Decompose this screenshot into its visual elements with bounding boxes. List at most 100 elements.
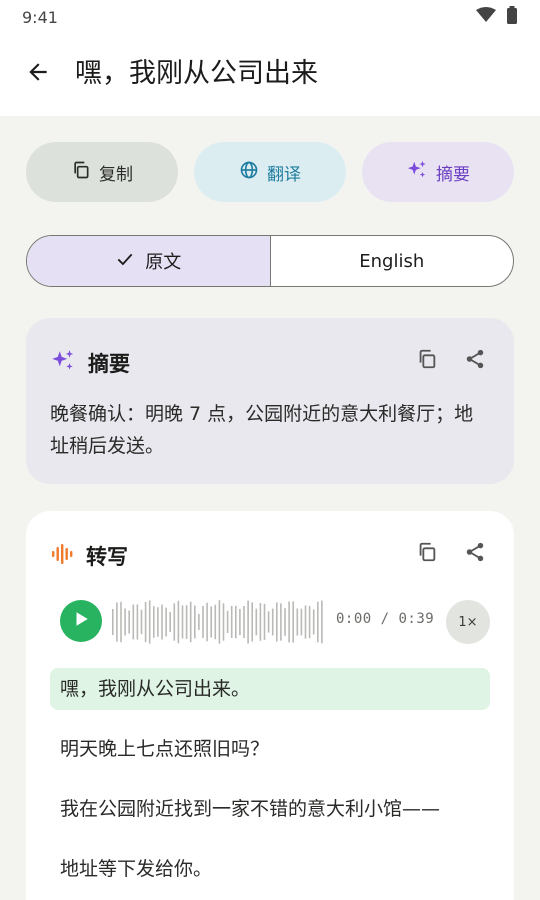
waveform-bar — [321, 600, 323, 644]
waveform-bar — [296, 608, 299, 636]
waveform-bar — [271, 608, 274, 636]
summary-card-tools — [414, 348, 488, 374]
waveform-bar — [226, 610, 229, 634]
waveform-bar — [153, 606, 155, 638]
waveform-bar — [173, 603, 176, 641]
status-bar: 9:41 — [0, 0, 540, 34]
waveform-bar — [198, 614, 200, 630]
waveform-bar — [292, 601, 294, 643]
waveform-bar — [243, 606, 245, 638]
segment-original-label: 原文 — [145, 252, 182, 273]
language-segment: 原文 English — [26, 235, 514, 287]
summary-card: 摘要 晚餐确认：明晚 7 点，公园附近的意大利餐厅；地址稍后发送。 — [26, 318, 514, 484]
waveform-bar — [267, 611, 270, 633]
copy-icon — [416, 541, 438, 567]
waveform-bar — [312, 609, 315, 635]
waveform-bar — [210, 606, 212, 638]
waveform-bar — [317, 601, 319, 643]
waveform-bar — [177, 600, 180, 644]
play-button[interactable] — [60, 600, 102, 642]
waveform-bar — [251, 602, 253, 642]
waveform-bar — [112, 609, 114, 635]
sparkles-icon — [50, 348, 76, 378]
share-icon — [464, 541, 486, 567]
status-icons — [476, 6, 518, 28]
waveform-bar — [284, 608, 286, 636]
waveform-bar — [140, 609, 143, 635]
summary-card-header: 摘要 — [50, 348, 130, 378]
speed-label: 1× — [458, 614, 478, 630]
transcript-share-button[interactable] — [462, 541, 488, 567]
app-bar: 嘿，我刚从公司出来 — [0, 34, 540, 116]
waveform-bar — [144, 602, 147, 643]
waveform-bar — [308, 605, 311, 639]
waveform-bar — [247, 600, 249, 644]
waveform-bar — [206, 602, 208, 642]
waveform-bar — [185, 605, 188, 639]
arrow-left-icon — [25, 59, 51, 89]
back-button[interactable] — [20, 56, 56, 92]
summary-card-title: 摘要 — [88, 352, 130, 376]
waveform-bar — [276, 602, 278, 642]
audio-waveform[interactable] — [112, 596, 326, 648]
waveform-bar — [304, 605, 307, 639]
speed-button[interactable]: 1× — [446, 600, 490, 644]
transcript-line[interactable]: 我在公园附近找到一家不错的意大利小馆—— — [50, 788, 490, 830]
waveform-bar — [280, 603, 282, 641]
transcript-card: 转写 0:00 / 0:39 1× 嘿，我刚从公司出来。 明天晚上七点还照旧吗？… — [26, 511, 514, 900]
segment-english-label: English — [359, 250, 425, 272]
transcript-card-tools — [414, 541, 488, 567]
status-time: 9:41 — [22, 7, 58, 27]
summary-share-button[interactable] — [462, 348, 488, 374]
waveform-bar — [165, 607, 167, 637]
transcript-line[interactable]: 明天晚上七点还照旧吗？ — [50, 728, 490, 770]
transcript-lines: 嘿，我刚从公司出来。 明天晚上七点还照旧吗？ 我在公园附近找到一家不错的意大利小… — [50, 668, 490, 900]
waveform-bar — [124, 608, 126, 636]
transcript-card-title: 转写 — [86, 545, 128, 569]
summary-label: 摘要 — [436, 164, 470, 185]
check-icon — [115, 249, 135, 274]
waveform-bar — [255, 608, 258, 636]
summary-copy-button[interactable] — [414, 348, 440, 374]
waveform-bar — [181, 605, 184, 639]
globe-icon — [239, 160, 259, 185]
audio-player: 0:00 / 0:39 1× — [60, 596, 500, 648]
segment-english[interactable]: English — [271, 236, 514, 286]
page-title: 嘿，我刚从公司出来 — [75, 58, 318, 89]
transcript-line[interactable]: 嘿，我刚从公司出来。 — [50, 668, 490, 710]
time-readout: 0:00 / 0:39 — [336, 611, 435, 627]
waveform-bar — [222, 603, 225, 641]
waveform-bar — [230, 606, 233, 638]
waveform-bar — [218, 600, 221, 644]
waveform-bar — [194, 605, 196, 639]
waveform-bar — [214, 604, 217, 640]
waveform-bar — [161, 604, 163, 640]
summary-text: 晚餐确认：明晚 7 点，公园附近的意大利餐厅；地址稍后发送。 — [50, 403, 474, 457]
action-row: 复制 翻译 摘要 — [26, 142, 514, 202]
waveform-bar — [259, 603, 262, 641]
copy-icon — [416, 348, 438, 374]
waveform-bar — [132, 604, 135, 640]
transcript-copy-button[interactable] — [414, 541, 440, 567]
segment-original[interactable]: 原文 — [27, 236, 271, 286]
translate-button[interactable]: 翻译 — [194, 142, 346, 202]
waveform-bar — [169, 612, 171, 632]
summary-button[interactable]: 摘要 — [362, 142, 514, 202]
waveform-bar — [116, 602, 118, 642]
waveform-bar — [288, 601, 290, 643]
translate-label: 翻译 — [267, 164, 301, 185]
copy-button[interactable]: 复制 — [26, 142, 178, 202]
waveform-bar — [189, 601, 192, 643]
waveform-bar — [120, 601, 122, 643]
share-icon — [464, 348, 486, 374]
waveform-bar — [263, 603, 266, 641]
waveform-bar — [202, 606, 204, 638]
waveform-bar — [300, 608, 303, 636]
battery-icon — [506, 6, 518, 28]
waveform-bar — [148, 600, 151, 644]
waveform-bar — [128, 610, 130, 634]
waveform-bar — [157, 607, 159, 637]
transcript-line[interactable]: 地址等下发给你。 — [50, 848, 490, 890]
waveform-icon — [50, 542, 74, 570]
transcript-card-header: 转写 — [50, 541, 128, 571]
